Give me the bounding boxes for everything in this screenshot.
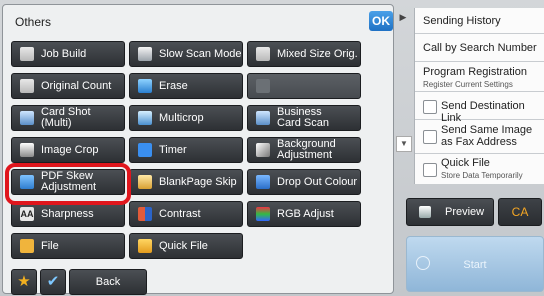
multicrop-icon: [138, 111, 152, 125]
menu-item-send-same-image[interactable]: Send Same Image as Fax Address: [415, 120, 544, 154]
back-button[interactable]: Back: [69, 269, 147, 295]
image-crop-icon: [20, 143, 34, 157]
ok-button[interactable]: OK: [369, 11, 393, 31]
business-card-scan-button[interactable]: Business Card Scan: [247, 105, 361, 131]
erase-icon: [138, 79, 152, 93]
menu-item-send-destination-link[interactable]: Send Destination Link: [415, 92, 544, 124]
slow-scan-icon: [138, 47, 152, 61]
multicrop-button[interactable]: Multicrop: [129, 105, 243, 131]
star-icon: ★: [17, 273, 31, 290]
blank-page-icon: [138, 175, 152, 189]
ca-button[interactable]: CA: [498, 198, 542, 226]
side-menu: Sending History Call by Search Number Pr…: [414, 8, 544, 184]
blankpage-skip-button[interactable]: BlankPage Skip: [129, 169, 243, 195]
original-count-button[interactable]: Original Count: [11, 73, 125, 99]
scroll-down-icon[interactable]: ▼: [396, 136, 412, 152]
highlight-ring: [5, 163, 131, 205]
rgb-adjust-button[interactable]: RGB Adjust: [247, 201, 361, 227]
rgb-icon: [256, 207, 270, 221]
card-shot-multi-button[interactable]: Card Shot (Multi): [11, 105, 125, 131]
business-card-icon: [256, 111, 270, 125]
star-button[interactable]: ★: [11, 269, 37, 295]
timer-icon: [138, 143, 152, 157]
menu-item-call-by-search[interactable]: Call by Search Number: [415, 34, 544, 62]
contrast-icon: [138, 207, 152, 221]
image-crop-button[interactable]: Image Crop: [11, 137, 125, 163]
checkbox[interactable]: [423, 100, 437, 114]
background-adjust-icon: [256, 143, 270, 157]
slow-scan-mode-button[interactable]: Slow Scan Mode: [129, 41, 243, 67]
checkbox[interactable]: [423, 163, 437, 177]
drop-out-icon: [256, 175, 270, 189]
menu-item-program-registration[interactable]: Program Registration Register Current Se…: [415, 62, 544, 92]
job-build-button[interactable]: Job Build: [11, 41, 125, 67]
file-icon: [20, 239, 34, 253]
quick-file-button[interactable]: Quick File: [129, 233, 243, 259]
preview-button[interactable]: Preview: [406, 198, 494, 226]
sharpness-icon: AA: [20, 207, 34, 221]
check-icon: ✔: [46, 273, 60, 290]
menu-item-quick-file[interactable]: Quick File Store Data Temporarily: [415, 154, 544, 184]
background-adjustment-button[interactable]: Background Adjustment: [247, 137, 361, 163]
timer-button[interactable]: Timer: [129, 137, 243, 163]
file-button[interactable]: File: [11, 233, 125, 259]
original-count-icon: [20, 79, 34, 93]
check-button[interactable]: ✔: [40, 269, 66, 295]
contrast-button[interactable]: Contrast: [129, 201, 243, 227]
checkbox[interactable]: [423, 130, 437, 144]
erase-button[interactable]: Erase: [129, 73, 243, 99]
disabled-function-button: [247, 73, 361, 99]
mixed-size-icon: [256, 47, 270, 61]
popup-title: Others: [15, 15, 52, 29]
others-popup: Others OK Job Build Slow Scan Mode Mixed…: [2, 4, 394, 295]
expand-arrow-icon[interactable]: ▶: [396, 12, 410, 23]
mixed-size-orig-button[interactable]: Mixed Size Orig.: [247, 41, 361, 67]
job-build-icon: [20, 47, 34, 61]
drop-out-colour-button[interactable]: Drop Out Colour: [247, 169, 361, 195]
quick-file-icon: [138, 239, 152, 253]
card-shot-icon: [20, 111, 34, 125]
disabled-icon: [256, 79, 270, 93]
menu-item-sending-history[interactable]: Sending History: [415, 8, 544, 34]
preview-icon: [419, 206, 431, 218]
